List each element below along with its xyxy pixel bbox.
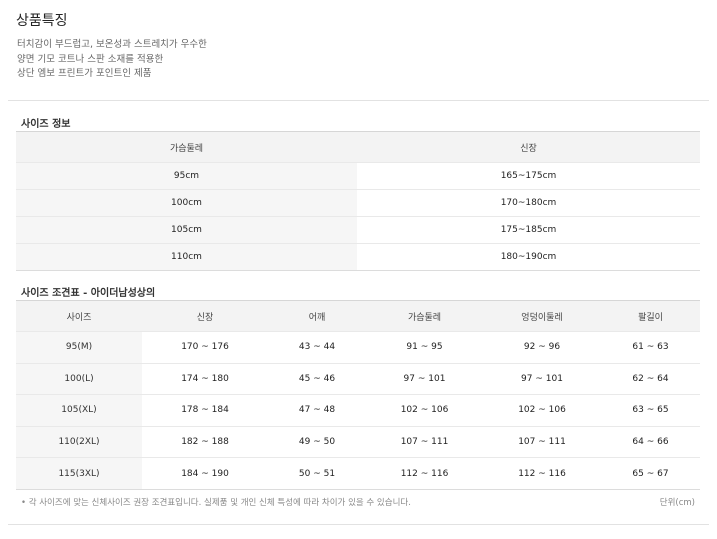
table-cell: 49 ~ 50 <box>268 425 366 458</box>
size-chart-table: 사이즈 신장 어깨 가슴둘레 엉덩이둘레 팔길이 95(M) 170 ~ 176… <box>16 300 700 490</box>
table-row: 105cm 175~185cm <box>16 216 700 244</box>
table-cell: 110(2XL) <box>16 425 142 458</box>
table-cell: 50 ~ 51 <box>268 457 366 490</box>
table-cell: 97 ~ 101 <box>366 362 483 395</box>
unit-label: 단위(cm) <box>659 498 695 508</box>
table-cell: 170 ~ 176 <box>142 331 268 364</box>
table-cell: 62 ~ 64 <box>601 362 700 395</box>
table-cell: 65 ~ 67 <box>601 457 700 490</box>
table-cell: 184 ~ 190 <box>142 457 268 490</box>
table-header-row: 사이즈 신장 어깨 가슴둘레 엉덩이둘레 팔길이 <box>16 300 700 332</box>
header-cell-height: 신장 <box>142 300 268 332</box>
table-row: 110cm 180~190cm <box>16 243 700 271</box>
table-cell: 115(3XL) <box>16 457 142 490</box>
table-cell: 107 ~ 111 <box>366 425 483 458</box>
footnote: • 각 사이즈에 맞는 신체사이즈 권장 조견표입니다. 실제품 및 개인 신체… <box>21 498 411 508</box>
table-cell: 97 ~ 101 <box>483 362 601 395</box>
header-cell-height: 신장 <box>357 131 700 163</box>
feature-line: 터치감이 부드럽고, 보온성과 스트레치가 우수한 <box>17 39 207 50</box>
table-cell: 180~190cm <box>357 243 700 271</box>
header-cell-chest: 가슴둘레 <box>16 131 357 163</box>
table-row: 95cm 165~175cm <box>16 162 700 190</box>
product-features-lines: 터치감이 부드럽고, 보온성과 스트레치가 우수한 양면 기모 코트나 스판 소… <box>17 38 207 82</box>
table-cell: 47 ~ 48 <box>268 394 366 427</box>
feature-line: 양면 기모 코트나 스판 소재를 적용한 <box>17 53 164 65</box>
table-cell: 64 ~ 66 <box>601 425 700 458</box>
table-row: 115(3XL) 184 ~ 190 50 ~ 51 112 ~ 116 112… <box>16 457 700 490</box>
table-cell: 61 ~ 63 <box>601 331 700 364</box>
table-cell: 182 ~ 188 <box>142 425 268 458</box>
table-cell: 174 ~ 180 <box>142 362 268 395</box>
table-cell: 107 ~ 111 <box>483 425 601 458</box>
table-cell: 170~180cm <box>357 189 700 217</box>
header-cell-shoulder: 어깨 <box>268 300 366 332</box>
table-row: 100cm 170~180cm <box>16 189 700 217</box>
table-row: 105(XL) 178 ~ 184 47 ~ 48 102 ~ 106 102 … <box>16 394 700 427</box>
table-cell: 100cm <box>16 189 357 217</box>
table-header-row: 가슴둘레 신장 <box>16 131 700 163</box>
table-cell: 45 ~ 46 <box>268 362 366 395</box>
header-cell-size: 사이즈 <box>16 300 142 332</box>
table-cell: 112 ~ 116 <box>483 457 601 490</box>
header-cell-chest: 가슴둘레 <box>366 300 483 332</box>
table-cell: 178 ~ 184 <box>142 394 268 427</box>
table-cell: 110cm <box>16 243 357 271</box>
table-cell: 63 ~ 65 <box>601 394 700 427</box>
table-cell: 112 ~ 116 <box>366 457 483 490</box>
product-features-title: 상품특징 <box>16 13 68 29</box>
table-cell: 175~185cm <box>357 216 700 244</box>
size-info-title: 사이즈 정보 <box>21 119 71 130</box>
table-cell: 95cm <box>16 162 357 190</box>
table-row: 110(2XL) 182 ~ 188 49 ~ 50 107 ~ 111 107… <box>16 425 700 458</box>
size-chart-title: 사이즈 조견표 - 아이더남성상의 <box>21 288 156 299</box>
header-cell-sleeve: 팔길이 <box>601 300 700 332</box>
table-cell: 105(XL) <box>16 394 142 427</box>
header-cell-hip: 엉덩이둘레 <box>483 300 601 332</box>
table-cell: 105cm <box>16 216 357 244</box>
size-info-table: 가슴둘레 신장 95cm 165~175cm 100cm 170~180cm 1… <box>16 131 700 271</box>
table-cell: 43 ~ 44 <box>268 331 366 364</box>
table-cell: 102 ~ 106 <box>483 394 601 427</box>
table-cell: 165~175cm <box>357 162 700 190</box>
table-cell: 91 ~ 95 <box>366 331 483 364</box>
table-cell: 92 ~ 96 <box>483 331 601 364</box>
divider <box>8 100 709 101</box>
table-cell: 100(L) <box>16 362 142 395</box>
divider <box>8 524 709 525</box>
table-row: 95(M) 170 ~ 176 43 ~ 44 91 ~ 95 92 ~ 96 … <box>16 331 700 364</box>
table-row: 100(L) 174 ~ 180 45 ~ 46 97 ~ 101 97 ~ 1… <box>16 362 700 395</box>
feature-line: 상단 엠보 프린트가 포인트인 제품 <box>17 68 152 79</box>
table-cell: 102 ~ 106 <box>366 394 483 427</box>
table-cell: 95(M) <box>16 331 142 364</box>
